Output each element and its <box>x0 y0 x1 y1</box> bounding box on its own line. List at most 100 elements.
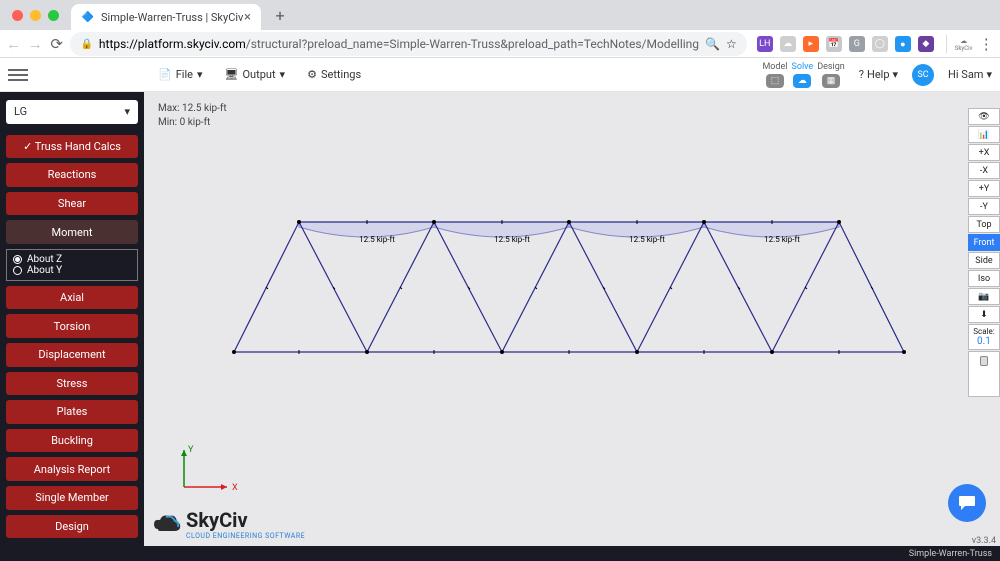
gear-icon: ⚙ <box>307 68 317 81</box>
file-menu[interactable]: 📄File▾ <box>158 68 203 81</box>
ext-icon[interactable]: G <box>849 36 865 52</box>
monitor-icon: 🖥 <box>225 68 239 81</box>
browser-chrome: 🔷 Simple-Warren-Truss | SkyCiv × + ← → ⟳… <box>0 0 1000 58</box>
mode-model[interactable]: Model⬚ <box>762 62 787 88</box>
address-bar[interactable]: 🔒 https://platform.skyciv.com/structural… <box>70 32 746 56</box>
chat-support-button[interactable] <box>948 484 986 522</box>
lock-icon: 🔒 <box>80 39 92 50</box>
scale-slider[interactable] <box>968 351 1000 397</box>
chevron-down-icon: ▾ <box>893 68 899 81</box>
user-menu[interactable]: Hi Sam▾ <box>948 68 992 81</box>
moment-label: 12.5 kip-ft <box>359 235 395 244</box>
mode-design[interactable]: Design▦ <box>817 62 845 88</box>
sidebar-torsion[interactable]: Torsion <box>6 314 138 338</box>
sidebar-shear[interactable]: Shear <box>6 192 138 216</box>
view-iso[interactable]: Iso <box>968 270 1000 287</box>
minimize-window-icon[interactable] <box>30 10 41 21</box>
canvas[interactable]: Max: 12.5 kip-ft Min: 0 kip-ft <box>144 92 1000 546</box>
search-in-page-icon[interactable]: 🔍 <box>705 37 720 51</box>
ext-icon[interactable]: 📅 <box>826 36 842 52</box>
ext-icon[interactable]: ● <box>895 36 911 52</box>
ext-icon[interactable]: ▸ <box>803 36 819 52</box>
browser-menu-icon[interactable]: ⋮ <box>979 32 994 56</box>
moment-label: 12.5 kip-ft <box>494 235 530 244</box>
mode-tabs: Model⬚ Solve☁ Design▦ <box>762 62 844 88</box>
radio-about-z[interactable]: About Z <box>13 254 131 265</box>
view-side[interactable]: Side <box>968 252 1000 269</box>
view-top[interactable]: Top <box>968 216 1000 233</box>
back-button[interactable]: ← <box>6 32 21 56</box>
radio-about-y[interactable]: About Y <box>13 265 131 276</box>
view-minus-x[interactable]: -X <box>968 162 1000 179</box>
forward-button[interactable]: → <box>27 32 42 56</box>
extensions: LH ☁ ▸ 📅 G ◯ ● ◆ <box>753 36 938 52</box>
settings-menu[interactable]: ⚙Settings <box>307 68 361 81</box>
view-toolbar: 👁 📊 +X -X +Y -Y Top Front Side Iso 📷 ⬇ S… <box>968 108 1000 397</box>
sidebar-displacement[interactable]: Displacement <box>6 343 138 367</box>
chat-icon <box>958 494 976 512</box>
view-visibility[interactable]: 👁 <box>968 108 1000 125</box>
sidebar-stress[interactable]: Stress <box>6 372 138 396</box>
window-controls[interactable] <box>12 10 59 21</box>
skyciv-app-icon[interactable]: ☁SkyCiv <box>955 36 973 52</box>
view-plus-x[interactable]: +X <box>968 144 1000 161</box>
bookmark-icon[interactable]: ☆ <box>726 37 737 51</box>
hamburger-menu-icon[interactable] <box>8 69 28 81</box>
reload-button[interactable]: ⟳ <box>49 32 64 56</box>
truss-diagram: 12.5 kip-ft 12.5 kip-ft 12.5 kip-ft 12.5… <box>144 92 1000 546</box>
top-menu: 📄File▾ 🖥Output▾ ⚙Settings <box>158 68 361 81</box>
ext-icon[interactable]: ◯ <box>872 36 888 52</box>
moment-label: 12.5 kip-ft <box>629 235 665 244</box>
sidebar-reactions[interactable]: Reactions <box>6 163 138 187</box>
favicon-icon: 🔷 <box>81 10 95 24</box>
ext-icon[interactable]: ◆ <box>918 36 934 52</box>
app-body: LG▾ ✓ Truss Hand Calcs Reactions Shear M… <box>0 92 1000 546</box>
tab-strip: 🔷 Simple-Warren-Truss | SkyCiv × + <box>0 0 1000 30</box>
load-case-select[interactable]: LG▾ <box>6 100 138 124</box>
slider-thumb[interactable] <box>980 356 988 366</box>
url-text: https://platform.skyciv.com/structural?p… <box>99 37 699 51</box>
address-bar-row: ← → ⟳ 🔒 https://platform.skyciv.com/stru… <box>0 30 1000 58</box>
new-tab-button[interactable]: + <box>269 4 291 26</box>
sidebar-buckling[interactable]: Buckling <box>6 429 138 453</box>
sidebar-moment[interactable]: Moment <box>6 220 138 244</box>
model-icon: ⬚ <box>766 74 784 88</box>
project-name: Simple-Warren-Truss <box>909 549 992 559</box>
avatar[interactable]: SC <box>912 64 934 86</box>
cloud-icon <box>152 511 182 537</box>
help-menu[interactable]: ?Help▾ <box>859 68 898 81</box>
mode-solve[interactable]: Solve☁ <box>791 62 813 88</box>
svg-text:X: X <box>232 483 238 493</box>
sidebar-truss-hand-calcs[interactable]: ✓ Truss Hand Calcs <box>6 135 138 159</box>
sidebar: LG▾ ✓ Truss Hand Calcs Reactions Shear M… <box>0 92 144 546</box>
skyciv-logo: SkyCiv CLOUD ENGINEERING SOFTWARE <box>144 502 313 546</box>
view-minus-y[interactable]: -Y <box>968 198 1000 215</box>
sidebar-analysis-report[interactable]: Analysis Report <box>6 457 138 481</box>
sidebar-axial[interactable]: Axial <box>6 286 138 310</box>
file-icon: 📄 <box>158 68 172 81</box>
close-window-icon[interactable] <box>12 10 23 21</box>
view-download[interactable]: ⬇ <box>968 306 1000 323</box>
sidebar-single-member[interactable]: Single Member <box>6 486 138 510</box>
view-plus-y[interactable]: +Y <box>968 180 1000 197</box>
ext-icon[interactable]: ☁ <box>780 36 796 52</box>
view-screenshot[interactable]: 📷 <box>968 288 1000 305</box>
sidebar-plates[interactable]: Plates <box>6 400 138 424</box>
chevron-down-icon: ▾ <box>986 68 992 81</box>
chevron-down-icon: ▾ <box>280 68 286 81</box>
sidebar-design[interactable]: Design <box>6 515 138 539</box>
design-icon: ▦ <box>822 74 840 88</box>
tab-title: Simple-Warren-Truss | SkyCiv <box>101 11 243 24</box>
version-label: v3.3.4 <box>972 536 996 546</box>
view-front[interactable]: Front <box>968 234 1000 251</box>
browser-tab[interactable]: 🔷 Simple-Warren-Truss | SkyCiv × <box>71 4 261 30</box>
maximize-window-icon[interactable] <box>48 10 59 21</box>
axis-indicator: X Y <box>172 442 242 502</box>
logo-subtitle: CLOUD ENGINEERING SOFTWARE <box>186 532 305 540</box>
logo-text: SkyCiv <box>186 508 305 532</box>
ext-icon[interactable]: LH <box>757 36 773 52</box>
output-menu[interactable]: 🖥Output▾ <box>225 68 286 81</box>
view-results[interactable]: 📊 <box>968 126 1000 143</box>
tab-close-icon[interactable]: × <box>244 10 251 25</box>
app-topbar: 📄File▾ 🖥Output▾ ⚙Settings Model⬚ Solve☁ … <box>0 58 1000 92</box>
